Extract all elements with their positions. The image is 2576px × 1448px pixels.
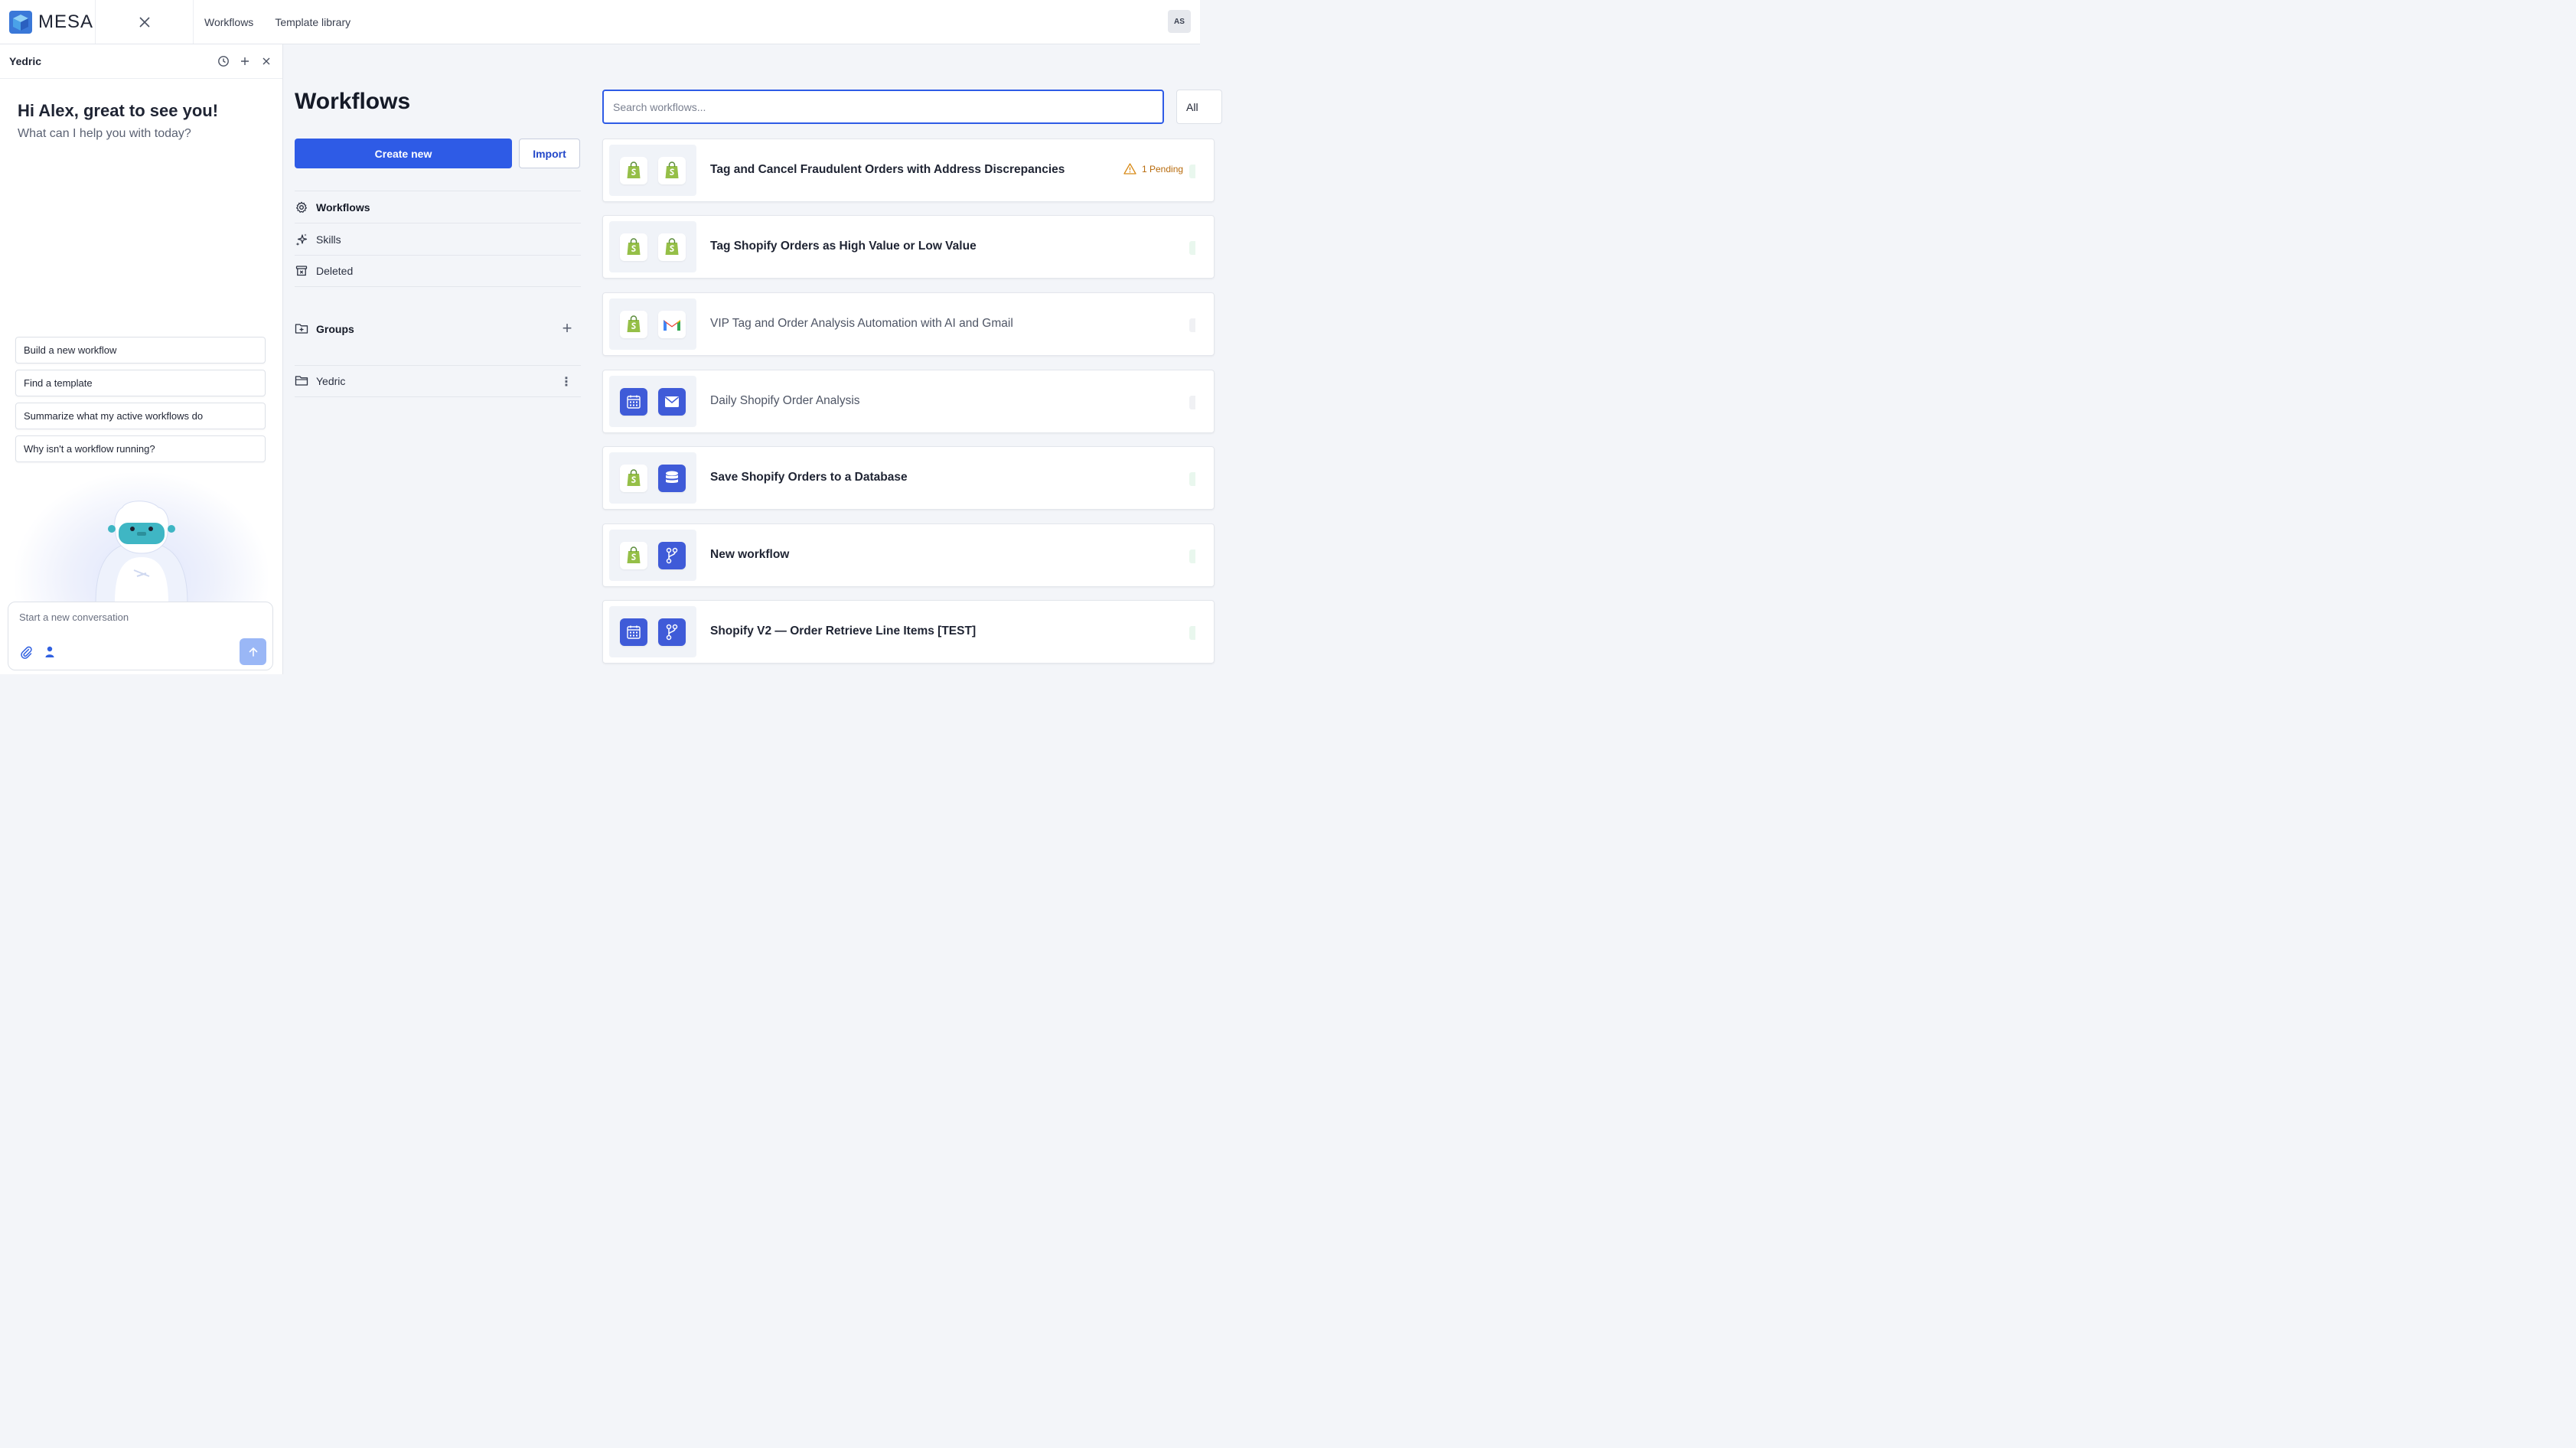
workflow-app-icons [609, 530, 696, 581]
close-icon[interactable] [259, 54, 273, 68]
email-icon [658, 387, 686, 416]
workflow-card[interactable]: Tag and Cancel Fraudulent Orders with Ad… [602, 139, 1215, 202]
sparkle-icon [295, 233, 308, 246]
nav-item-skills[interactable]: Skills [295, 223, 581, 255]
workflow-title: New workflow [710, 548, 790, 561]
nav-item-label: Skills [316, 233, 341, 246]
more-options-icon[interactable]: ⋮ [560, 374, 572, 390]
calendar-icon [620, 387, 647, 416]
workflow-title: Daily Shopify Order Analysis [710, 394, 860, 407]
history-icon[interactable] [217, 54, 230, 68]
nav-item-workflows[interactable]: Workflows [295, 191, 581, 223]
groups-label: Groups [316, 323, 354, 335]
groups-header: Groups + [295, 314, 581, 344]
brand[interactable]: MESA [0, 0, 96, 44]
arrow-up-icon [249, 647, 257, 657]
chat-composer [8, 602, 273, 670]
workflow-title: Tag and Cancel Fraudulent Orders with Ad… [710, 163, 1065, 176]
archive-icon [295, 264, 308, 278]
workflow-title: Save Shopify Orders to a Database [710, 471, 908, 484]
brand-name: MESA [38, 11, 94, 32]
nav-item-deleted[interactable]: Deleted [295, 255, 581, 287]
shopify-icon [620, 310, 647, 338]
paperclip-icon[interactable] [19, 645, 33, 659]
status-toggle[interactable] [1189, 241, 1195, 255]
close-panel-button[interactable] [96, 0, 194, 44]
top-bar: MESA Workflows Template library AS [0, 0, 1200, 44]
suggestion-find-template[interactable]: Find a template [15, 370, 266, 396]
yeti-mascot-icon [95, 501, 188, 603]
folder-icon [295, 374, 308, 388]
page-title: Workflows [295, 89, 411, 114]
branch-icon [658, 541, 686, 569]
shopify-icon [620, 233, 647, 261]
database-icon [658, 464, 686, 492]
workflow-card[interactable]: Save Shopify Orders to a Database [602, 446, 1215, 510]
close-icon [139, 16, 150, 28]
workflow-title: Shopify V2 — Order Retrieve Line Items [… [710, 625, 977, 638]
send-button[interactable] [240, 638, 266, 665]
shopify-icon [620, 156, 647, 184]
mesa-logo-icon [9, 10, 32, 34]
greeting-subtitle: What can I help you with today? [18, 127, 191, 140]
gmail-icon [658, 310, 686, 338]
shopify-icon [658, 156, 686, 184]
filter-dropdown[interactable]: All [1176, 90, 1222, 124]
workflow-app-icons [609, 606, 696, 657]
assistant-title: Yedric [9, 55, 42, 67]
workflow-card[interactable]: Daily Shopify Order Analysis [602, 370, 1215, 433]
avatar[interactable]: AS [1168, 10, 1191, 33]
workflow-card[interactable]: Shopify V2 — Order Retrieve Line Items [… [602, 600, 1215, 664]
warning-icon [1123, 163, 1136, 174]
nav-item-label: Workflows [316, 201, 370, 214]
search-input[interactable] [602, 90, 1164, 124]
workflow-app-icons [609, 221, 696, 272]
status-toggle[interactable] [1189, 550, 1195, 563]
status-toggle[interactable] [1189, 318, 1195, 332]
status-toggle[interactable] [1189, 472, 1195, 486]
suggestion-workflow-not-running[interactable]: Why isn't a workflow running? [15, 435, 266, 462]
suggestion-build-workflow[interactable]: Build a new workflow [15, 337, 266, 364]
add-group-button[interactable]: + [559, 320, 575, 337]
suggestion-list: Build a new workflow Find a template Sum… [15, 337, 266, 462]
shopify-icon [620, 541, 647, 569]
nav-workflows[interactable]: Workflows [194, 0, 264, 44]
status-toggle[interactable] [1189, 396, 1195, 409]
workflow-title: VIP Tag and Order Analysis Automation wi… [710, 317, 1013, 330]
status-toggle[interactable] [1189, 165, 1195, 178]
pending-label: 1 Pending [1142, 163, 1184, 174]
status-toggle[interactable] [1189, 626, 1195, 640]
chat-input[interactable] [19, 611, 249, 623]
workflow-app-icons [609, 452, 696, 504]
workflow-card[interactable]: New workflow [602, 523, 1215, 587]
workflow-title: Tag Shopify Orders as High Value or Low … [710, 240, 977, 253]
nav-template-library[interactable]: Template library [264, 0, 361, 44]
create-new-button[interactable]: Create new [295, 139, 512, 168]
group-label: Yedric [316, 375, 346, 387]
assistant-header: Yedric [0, 44, 282, 79]
group-item-yedric[interactable]: Yedric ⋮ [295, 365, 581, 397]
greeting: Hi Alex, great to see you! [18, 101, 219, 120]
assistant-panel: Yedric Hi Alex, great to see you! What c… [0, 44, 283, 674]
person-icon[interactable] [44, 645, 56, 659]
calendar-icon [620, 618, 647, 646]
folder-plus-icon [295, 322, 308, 336]
nav-item-label: Deleted [316, 265, 354, 277]
new-chat-icon[interactable] [238, 54, 252, 68]
gear-icon [295, 201, 308, 214]
workflow-app-icons [609, 145, 696, 196]
shopify-icon [620, 464, 647, 492]
branch-icon [658, 618, 686, 646]
shopify-icon [658, 233, 686, 261]
pending-badge[interactable]: 1 Pending [1123, 163, 1183, 174]
workflow-nav: Workflows Skills Deleted [295, 191, 581, 287]
suggestion-summarize-workflows[interactable]: Summarize what my active workflows do [15, 403, 266, 429]
workflow-card[interactable]: VIP Tag and Order Analysis Automation wi… [602, 292, 1215, 356]
workflow-card[interactable]: Tag Shopify Orders as High Value or Low … [602, 215, 1215, 279]
workflow-app-icons [609, 376, 696, 427]
import-button[interactable]: Import [519, 139, 580, 168]
workflow-app-icons [609, 298, 696, 350]
